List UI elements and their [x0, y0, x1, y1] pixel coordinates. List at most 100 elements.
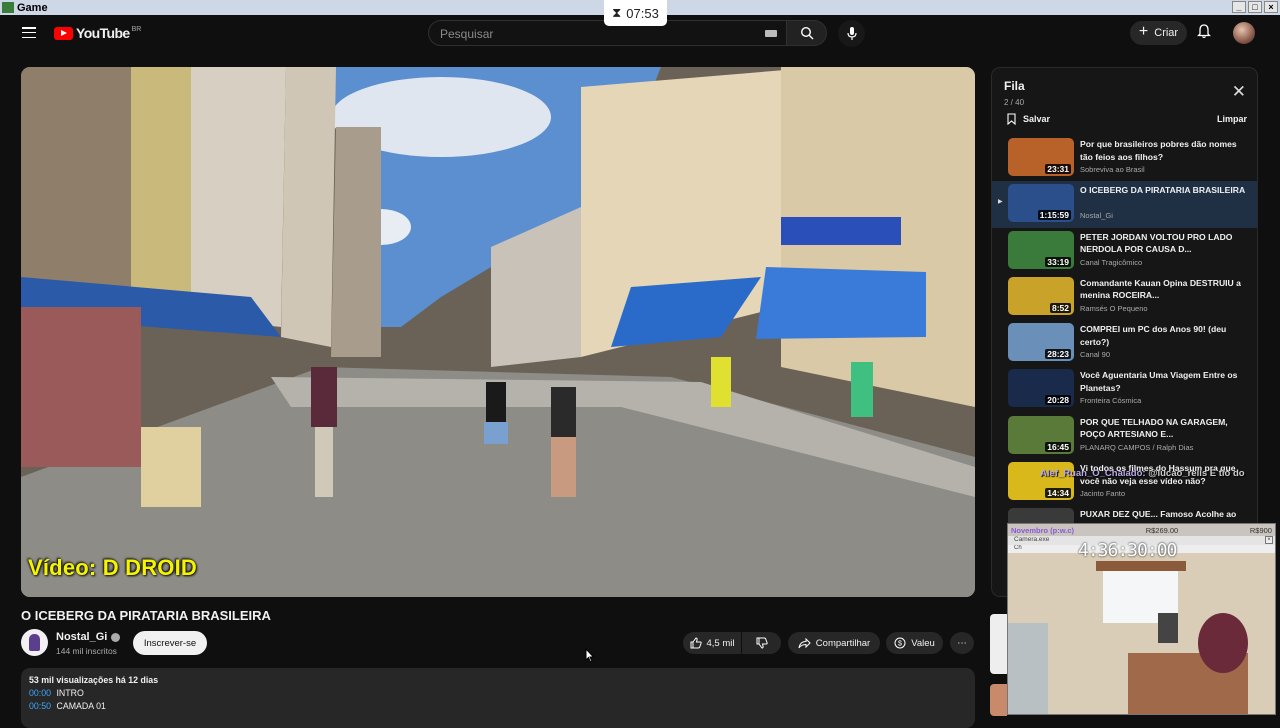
- duration-badge: 8:52: [1049, 302, 1071, 313]
- microphone-icon: [846, 26, 857, 40]
- queue-item-channel: Ramsés O Pequeno: [1080, 303, 1148, 313]
- donation-amount: R$269.00: [1145, 525, 1179, 535]
- chapter-label: INTRO: [56, 688, 84, 698]
- queue-item-channel: PLANARQ CAMPOS / Ralph Dias: [1080, 442, 1194, 452]
- queue-item-channel: Sobrevivа ao Brasil: [1080, 165, 1145, 174]
- video-title: O ICEBERG DA PIRATARIA BRASILEIRA: [21, 608, 271, 623]
- maximize-button[interactable]: □: [1248, 1, 1262, 13]
- webcam-feed: [1008, 553, 1275, 714]
- close-window-button[interactable]: ×: [1264, 1, 1278, 13]
- queue-item[interactable]: 16:45 POR QUE TELHADO NA GARAGEM, POÇO A…: [992, 413, 1257, 459]
- bell-icon: [1196, 24, 1212, 39]
- channel-name-text: Nostal_Gi: [56, 631, 108, 643]
- save-queue-button[interactable]: Salvar: [1007, 113, 1050, 125]
- duration-badge: 1:15:59: [1037, 210, 1071, 221]
- now-playing-icon: ▶: [998, 199, 1003, 206]
- close-queue-button[interactable]: ✕: [1232, 83, 1246, 100]
- create-button[interactable]: + Criar: [1130, 21, 1187, 45]
- create-label: Criar: [1154, 27, 1179, 39]
- chapter-timestamp[interactable]: 00:50: [29, 701, 51, 711]
- queue-item[interactable]: 8:52 Comandante Kauan Opina DESTRUIU a m…: [992, 274, 1257, 320]
- video-thumbnail: 28:23: [1008, 323, 1074, 362]
- more-icon: ⋯: [957, 637, 967, 649]
- hourglass-icon: ⧗: [612, 5, 622, 20]
- camera-window-name: Camera.exe: [1014, 536, 1050, 543]
- chat-message: : @lucao_reiis E tio do: [1142, 468, 1245, 479]
- queue-position: 2 / 40: [1004, 98, 1025, 107]
- video-thumbnail: 33:19: [1008, 230, 1074, 269]
- queue-item-title: PETER JORDAN VOLTOU PRO LADO NERDOLA POR…: [1080, 231, 1233, 255]
- logo-text: YouTube: [76, 25, 130, 41]
- share-button[interactable]: Compartilhar: [788, 632, 880, 654]
- youtube-logo[interactable]: YouTube BR: [54, 25, 141, 41]
- more-actions-button[interactable]: ⋯: [950, 632, 974, 654]
- video-thumbnail: 16:45: [1008, 415, 1074, 454]
- duration-badge: 14:34: [1045, 488, 1071, 499]
- queue-item-title: O ICEBERG DA PIRATARIA BRASILEIRA: [1080, 185, 1246, 196]
- super-thanks-icon: $: [894, 637, 906, 649]
- svg-text:$: $: [898, 641, 902, 648]
- video-thumbnail: 23:31: [1008, 138, 1074, 176]
- region-code: BR: [131, 25, 142, 33]
- queue-item-title: Você Aguentaria Uma Viagem Entre os Plan…: [1080, 370, 1238, 393]
- description-box[interactable]: 53 mil visualizações há 12 dias 00:00 IN…: [21, 668, 975, 728]
- like-button[interactable]: 4,5 mil: [683, 632, 741, 654]
- queue-item-channel: Jacinto Fanto: [1080, 489, 1126, 499]
- donation-user: Novembro (p:w.c): [1011, 525, 1075, 535]
- video-player[interactable]: Vídeo: D DROID: [21, 67, 975, 597]
- video-thumbnail: 8:52: [1008, 276, 1074, 315]
- verified-icon: [111, 632, 121, 642]
- chapter-row: 00:50 CAMADA 01: [29, 700, 967, 713]
- dislike-button[interactable]: [742, 632, 781, 654]
- window-controls: _ □ ×: [1232, 1, 1278, 13]
- app-icon: [2, 2, 14, 13]
- queue-item-channel: Canal 90: [1080, 350, 1111, 360]
- like-count: 4,5 mil: [706, 637, 735, 649]
- thumbs-down-icon: [756, 637, 768, 649]
- menu-icon[interactable]: [22, 27, 36, 38]
- chapter-row: 00:00 INTRO: [29, 687, 967, 700]
- chapter-label: CAMADA 01: [56, 701, 106, 711]
- minimize-button[interactable]: _: [1232, 1, 1246, 13]
- queue-item[interactable]: 28:23 COMPREI um PC dos Anos 90! (deu ce…: [992, 320, 1257, 366]
- timer-value: 07:53: [626, 5, 659, 21]
- keyboard-icon[interactable]: [765, 30, 777, 37]
- share-icon: [798, 637, 811, 648]
- search-icon: [800, 26, 813, 40]
- thumbs-up-icon: [690, 637, 702, 649]
- search-input[interactable]: [440, 25, 740, 42]
- chapter-timestamp[interactable]: 00:00: [29, 688, 51, 698]
- search-button[interactable]: [787, 20, 827, 46]
- stream-clock: 4:36:30:00: [1078, 540, 1177, 561]
- related-thumbnail[interactable]: [990, 684, 1007, 716]
- queue-item[interactable]: 14:34 Vi todos os filmes do Hassum pra q…: [992, 459, 1257, 505]
- queue-item[interactable]: 33:19 PETER JORDAN VOLTOU PRO LADO NERDO…: [992, 228, 1257, 274]
- voice-search-button[interactable]: [838, 20, 865, 47]
- notifications-button[interactable]: [1196, 24, 1212, 44]
- queue-item-channel: Nostal_Gi: [1080, 211, 1113, 221]
- queue-list: 23:31 Por que brasileiros pobres dão nom…: [992, 135, 1257, 552]
- donation-bar: Novembro (p:w.c) R$269.00 R$900: [1008, 524, 1275, 536]
- donation-goal: R$900: [1249, 525, 1272, 535]
- save-label: Salvar: [1023, 114, 1051, 124]
- queue-item[interactable]: 20:28 Você Aguentaria Uma Viagem Entre o…: [992, 366, 1257, 412]
- mouse-cursor-icon: [585, 648, 595, 663]
- related-thumbnail[interactable]: [990, 614, 1007, 674]
- duration-badge: 20:28: [1045, 395, 1071, 406]
- thanks-button[interactable]: $ Valeu: [886, 632, 943, 654]
- camera-close-icon[interactable]: ×: [1265, 536, 1273, 544]
- subscriber-count: 144 mil inscritos: [56, 646, 117, 656]
- channel-name[interactable]: Nostal_Gi: [56, 631, 121, 643]
- clear-queue-button[interactable]: Limpar: [1217, 114, 1247, 124]
- subscribe-button[interactable]: Inscrever-se: [133, 631, 207, 655]
- video-watermark: Vídeo: D DROID: [28, 555, 198, 580]
- queue-item-current[interactable]: ▶ 1:15:59 O ICEBERG DA PIRATARIA BRASILE…: [992, 181, 1257, 228]
- duration-badge: 23:31: [1045, 164, 1071, 174]
- video-thumbnail: 1:15:59: [1008, 184, 1074, 223]
- plus-icon: +: [1138, 23, 1149, 40]
- queue-item-channel: Canal Tragicômico: [1080, 257, 1143, 267]
- account-avatar[interactable]: [1233, 22, 1255, 44]
- channel-avatar[interactable]: [21, 629, 48, 656]
- play-logo-icon: [54, 26, 73, 40]
- queue-item[interactable]: 23:31 Por que brasileiros pobres dão nom…: [992, 135, 1257, 181]
